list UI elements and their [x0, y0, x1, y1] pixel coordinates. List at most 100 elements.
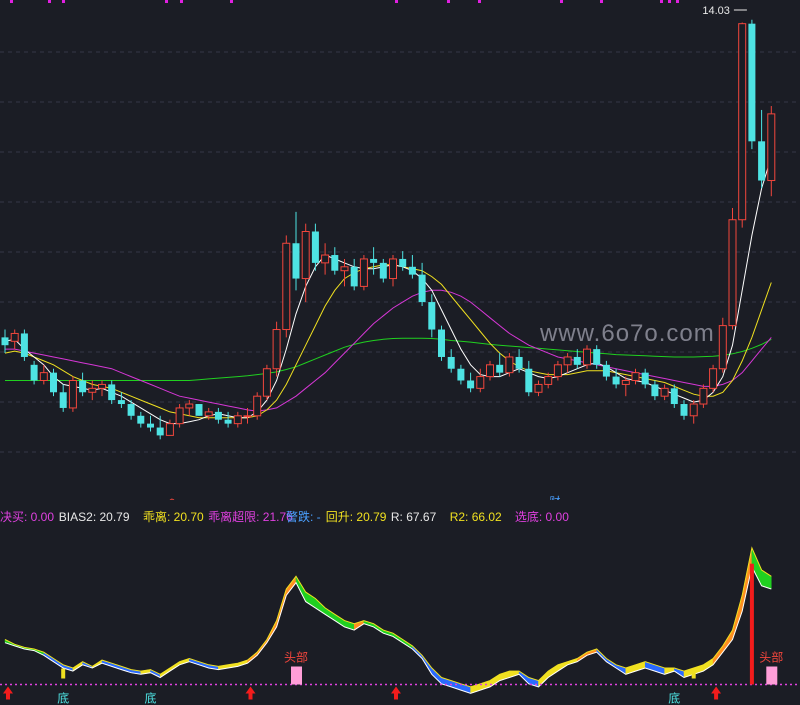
- candle-body: [660, 387, 669, 397]
- candle-body: [175, 407, 184, 425]
- candle-body: [457, 368, 465, 381]
- candle-body: [165, 423, 174, 436]
- candle-body: [243, 415, 252, 418]
- candle-body: [563, 356, 572, 366]
- candle-body: [593, 349, 601, 365]
- candle-body: [340, 266, 349, 272]
- candle-body: [59, 392, 67, 408]
- candle-body: [467, 380, 475, 389]
- legend-item: 乖离超限: 21.76: [208, 509, 293, 524]
- candle-body: [311, 231, 319, 263]
- candle-body: [156, 427, 164, 436]
- legend-item: 选底: 0.00: [515, 509, 569, 524]
- top-marker: [10, 0, 13, 3]
- top-bar: [766, 666, 778, 685]
- candle-body: [20, 333, 28, 357]
- candle-body: [447, 356, 455, 369]
- candle-body: [738, 23, 747, 221]
- top-marker: [165, 0, 168, 3]
- candle-body: [641, 372, 649, 385]
- candle-body: [418, 274, 426, 303]
- legend-item: R2: 66.02: [450, 510, 502, 524]
- candle-body: [544, 376, 553, 385]
- legend-item: 乖离: 20.70: [143, 509, 204, 524]
- r-line: [4, 565, 772, 694]
- top-marker: [478, 0, 481, 3]
- candle-body: [438, 329, 445, 357]
- candle-body: [127, 404, 135, 416]
- candle-body: [321, 254, 330, 264]
- ma5-line: [4, 156, 772, 425]
- candle-body: [30, 364, 38, 381]
- bottom-label: 底: [144, 691, 156, 705]
- candle-body: [680, 404, 688, 416]
- legend-item: BIAS2: 20.79: [59, 510, 130, 524]
- candle-body: [399, 258, 407, 267]
- chart-stage: www.6o7o.com14.03$财 决买: 0.00 BIAS2: 20.79…: [0, 0, 800, 705]
- top-marker: [660, 0, 663, 3]
- candle-body: [253, 395, 262, 417]
- candle-body: [602, 364, 610, 377]
- top-marker: [180, 0, 183, 3]
- candle-body: [301, 231, 310, 280]
- signal-spike: [749, 563, 754, 685]
- top-label: 头部: [759, 650, 783, 665]
- candle-body: [147, 423, 154, 428]
- buy-arrow: [245, 686, 256, 700]
- candle-body: [282, 242, 291, 331]
- candle-body: [689, 403, 698, 417]
- legend-item: R: 67.67: [391, 510, 437, 524]
- top-marker: [600, 0, 603, 3]
- candle-body: [758, 141, 766, 181]
- legend-item: 决买: 0.00: [0, 510, 54, 524]
- indicator-band: [547, 664, 559, 678]
- candle-body: [359, 258, 368, 287]
- candle-body: [195, 404, 203, 416]
- candle-body: [292, 243, 300, 279]
- candle-body: [98, 383, 106, 389]
- candle-body: [39, 372, 48, 382]
- indicator-band: [334, 613, 345, 628]
- candle-body: [476, 376, 485, 389]
- top-marker: [676, 0, 679, 3]
- candle-body: [525, 368, 533, 393]
- candle-body: [486, 364, 494, 378]
- candle-body: [137, 415, 145, 424]
- indicator-chart[interactable]: 决买: 0.00 BIAS2: 20.79 乖离: 20.70 乖离超限: 21.76…: [0, 500, 800, 705]
- candle-body: [272, 329, 281, 370]
- yellow-pin: [691, 668, 696, 679]
- candle-body: [534, 383, 543, 393]
- top-label: 头部: [284, 650, 308, 665]
- candle-body: [50, 372, 57, 393]
- candle-body: [651, 384, 659, 397]
- candle-body: [1, 337, 9, 346]
- top-bar: [291, 666, 302, 685]
- candle-body: [204, 411, 213, 417]
- top-marker: [560, 0, 563, 3]
- candle-body: [408, 266, 416, 275]
- candle-body: [68, 380, 77, 409]
- candle-body: [496, 364, 504, 373]
- candle-body: [370, 258, 378, 263]
- bottom-label: 底: [668, 691, 680, 705]
- candle-body: [767, 113, 776, 182]
- candle-body: [350, 266, 358, 287]
- candle-body: [262, 368, 271, 397]
- candle-body: [117, 400, 125, 405]
- watermark: www.6o7o.com: [539, 320, 715, 347]
- candle-body: [224, 419, 232, 424]
- candlestick-chart[interactable]: www.6o7o.com14.03$财: [0, 0, 800, 500]
- candle-body: [612, 376, 620, 385]
- bottom-label: 底: [57, 691, 69, 705]
- top-marker: [395, 0, 398, 3]
- top-marker: [668, 0, 671, 3]
- yellow-pin: [61, 668, 66, 679]
- indicator-band: [286, 575, 297, 597]
- candle-body: [621, 380, 630, 385]
- candle-body: [331, 255, 339, 271]
- top-marker: [48, 0, 51, 3]
- legend-item: 回升: 20.79: [326, 510, 387, 524]
- candle-body: [718, 325, 727, 370]
- candle-body: [428, 302, 436, 330]
- candle-body: [573, 356, 581, 365]
